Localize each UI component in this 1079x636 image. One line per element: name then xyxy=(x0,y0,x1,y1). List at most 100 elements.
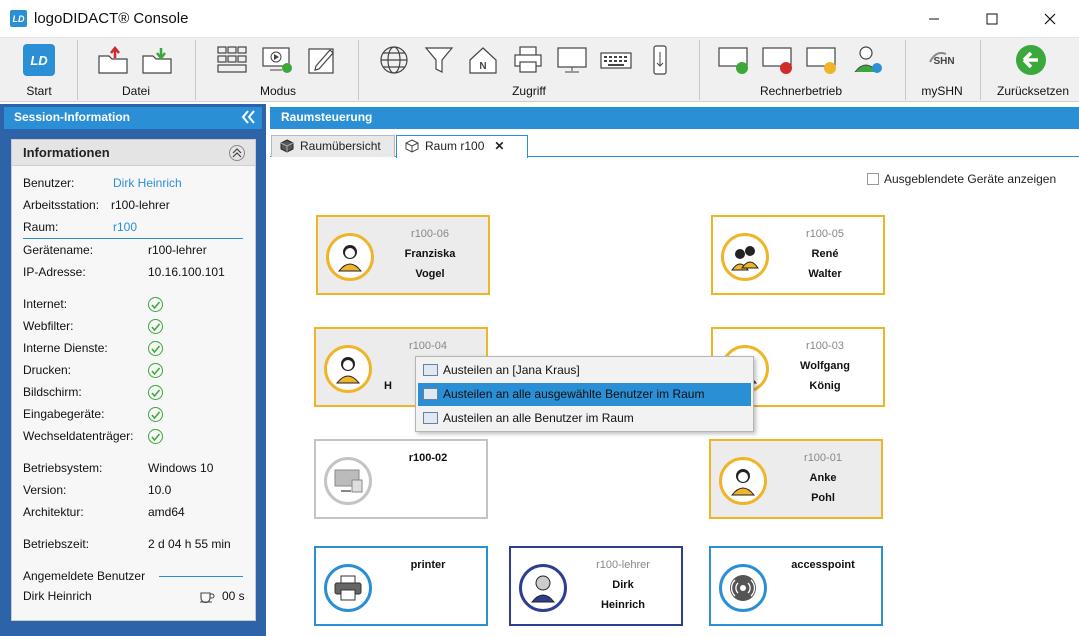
arch-value: amd64 xyxy=(148,505,185,519)
device-card-accesspoint[interactable]: accesspoint xyxy=(709,546,883,626)
version-value: 10.0 xyxy=(148,483,172,497)
ip-label: IP-Adresse: xyxy=(23,265,86,279)
user-value-link[interactable]: Dirk Heinrich xyxy=(113,176,182,190)
myshn-button[interactable]: SHN xyxy=(926,44,958,76)
user-session-button[interactable] xyxy=(852,44,884,76)
printer-icon xyxy=(514,46,542,73)
device-card-printer[interactable]: printer xyxy=(314,546,488,626)
webfilter-button[interactable] xyxy=(423,44,455,76)
close-tab-icon[interactable]: ✕ xyxy=(494,139,504,153)
shn-logo-icon: SHN xyxy=(929,52,955,67)
grid-layout-icon xyxy=(217,46,247,73)
grid-mode-button[interactable] xyxy=(216,44,248,76)
access-point-icon xyxy=(719,564,767,612)
double-chevron-left-icon xyxy=(241,110,255,124)
student-avatar-icon xyxy=(324,345,372,393)
idle-time: 00 s xyxy=(222,589,245,603)
tab-room-overview[interactable]: Raumübersicht xyxy=(271,135,395,157)
back-arrow-circle-icon xyxy=(1016,45,1046,75)
input-devices-button[interactable] xyxy=(600,44,632,76)
device-id: r100-04 xyxy=(409,340,447,352)
usb-storage-button[interactable] xyxy=(644,44,676,76)
monitor-restart-icon xyxy=(806,47,836,74)
ribbon-label-zugriff: Zugriff xyxy=(512,84,546,98)
device-card-r100-06[interactable]: r100-06 Franziska Vogel xyxy=(316,215,490,295)
device-card-r100-05[interactable]: r100-05 René Walter xyxy=(711,215,885,295)
maximize-button[interactable] xyxy=(963,0,1021,38)
globe-icon xyxy=(380,46,408,74)
device-id: r100-05 xyxy=(806,228,844,240)
multiple-students-icon xyxy=(721,233,769,281)
computer-restart-button[interactable] xyxy=(806,44,838,76)
check-icon xyxy=(148,319,163,334)
collapse-info-button[interactable] xyxy=(229,145,245,161)
device-id: r100-01 xyxy=(804,452,842,464)
printer-access-button[interactable] xyxy=(512,44,544,76)
check-icon xyxy=(148,363,163,378)
svg-text:LD: LD xyxy=(30,53,48,68)
session-header: Session-Information xyxy=(4,107,262,129)
svg-text:N: N xyxy=(479,61,486,72)
minimize-icon xyxy=(929,18,939,20)
ribbon-separator xyxy=(195,40,196,100)
internal-services-button[interactable]: N xyxy=(467,44,499,76)
computer-off-button[interactable] xyxy=(762,44,794,76)
user-last-name: Vogel xyxy=(415,268,445,280)
service-internal-label: Interne Dienste: xyxy=(23,341,108,355)
check-icon xyxy=(148,385,163,400)
service-internet-label: Internet: xyxy=(23,297,68,311)
device-name-value: r100-lehrer xyxy=(148,243,207,257)
tab-label: Raum r100 xyxy=(425,139,485,153)
device-name: printer xyxy=(410,559,446,571)
device-card-r100-02[interactable]: r100-02 xyxy=(314,439,488,519)
version-label: Version: xyxy=(23,483,67,497)
device-name-label: Gerätename: xyxy=(23,243,94,257)
ribbon-separator xyxy=(699,40,700,100)
funnel-filter-icon xyxy=(424,47,454,73)
ribbon-label-myshn: mySHN xyxy=(921,84,963,98)
check-icon xyxy=(148,407,163,422)
menu-item-share-user[interactable]: Austeilen an [Jana Kraus] xyxy=(418,359,751,382)
user-first-name: Anke xyxy=(809,472,837,484)
open-file-button[interactable] xyxy=(97,44,129,76)
edit-mode-button[interactable] xyxy=(306,44,338,76)
ribbon-label-start: Start xyxy=(26,84,52,98)
screen-access-button[interactable] xyxy=(556,44,588,76)
menu-item-label: Austeilen an [Jana Kraus] xyxy=(443,363,580,377)
logged-users-label: Angemeldete Benutzer xyxy=(23,569,146,583)
save-file-button[interactable] xyxy=(141,44,173,76)
hidden-devices-checkbox[interactable] xyxy=(867,173,879,185)
user-last-name: Heinrich xyxy=(600,599,645,611)
close-button[interactable] xyxy=(1021,0,1079,38)
computer-on-button[interactable] xyxy=(718,44,750,76)
share-document-icon xyxy=(423,388,438,400)
user-last-name: König xyxy=(809,380,841,392)
ribbon-separator xyxy=(77,40,78,100)
station-label: Arbeitsstation: xyxy=(23,198,100,212)
room-value-link[interactable]: r100 xyxy=(113,220,137,234)
menu-item-share-all-users[interactable]: Austeilen an alle Benutzer im Raum xyxy=(418,407,751,430)
uptime-value: 2 d 04 h 55 min xyxy=(148,537,231,551)
ip-value: 10.16.100.101 xyxy=(148,265,225,279)
collapse-pane-button[interactable] xyxy=(240,109,256,128)
hidden-devices-label: Ausgeblendete Geräte anzeigen xyxy=(884,172,1057,186)
menu-item-label: Austeilen an alle Benutzer im Raum xyxy=(443,411,634,425)
tab-room-r100[interactable]: Raum r100 ✕ xyxy=(396,135,528,158)
room-label: Raum: xyxy=(23,220,59,234)
ribbon-label-modus: Modus xyxy=(259,84,297,98)
reset-button[interactable] xyxy=(1015,44,1047,76)
user-first-name: Franziska xyxy=(404,248,456,260)
internet-access-button[interactable] xyxy=(378,44,410,76)
student-avatar-icon xyxy=(326,233,374,281)
info-panel-title: Informationen xyxy=(12,140,255,166)
service-screen-label: Bildschirm: xyxy=(23,385,82,399)
menu-item-share-selected-users[interactable]: Austeilen an alle ausgewählte Benutzer i… xyxy=(418,383,751,406)
context-menu: Austeilen an [Jana Kraus] Austeilen an a… xyxy=(415,356,754,432)
device-id: r100-06 xyxy=(411,228,449,240)
start-button[interactable]: LD xyxy=(23,44,55,76)
arch-label: Architektur: xyxy=(23,505,84,519)
device-card-r100-lehrer[interactable]: r100-lehrer Dirk Heinrich xyxy=(509,546,683,626)
device-card-r100-01[interactable]: r100-01 Anke Pohl xyxy=(709,439,883,519)
minimize-button[interactable] xyxy=(905,0,963,38)
presentation-mode-button[interactable] xyxy=(261,44,293,76)
